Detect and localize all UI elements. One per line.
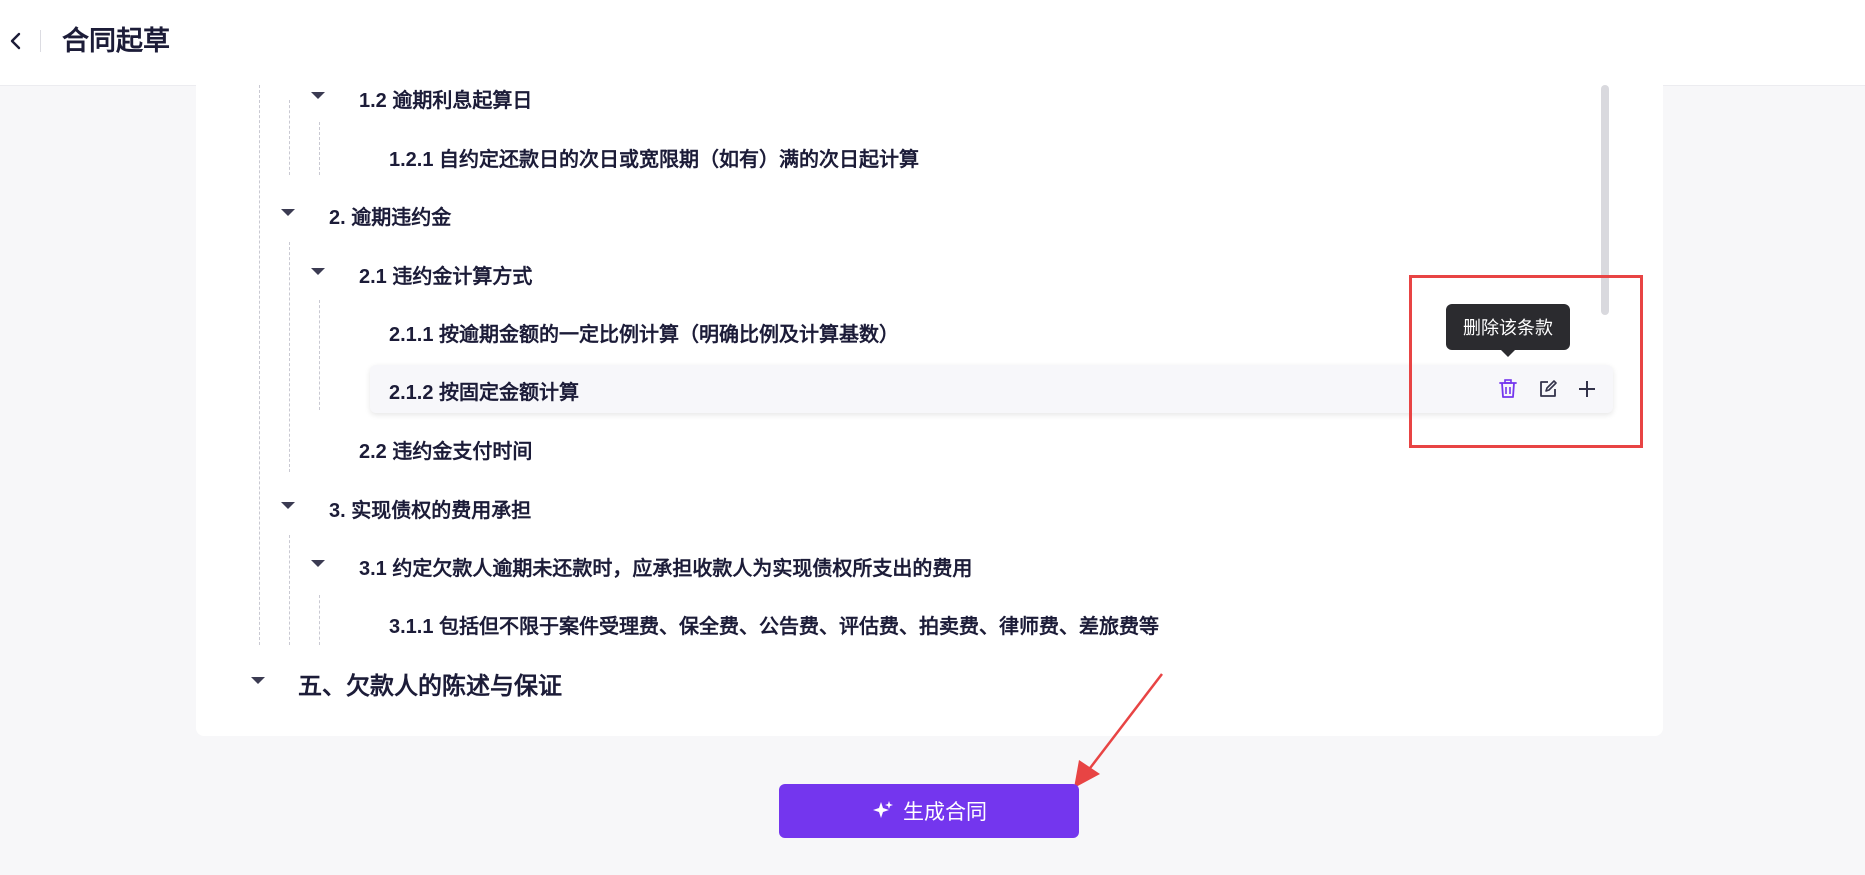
tree-guide-line: [319, 595, 320, 645]
tree-guide-line: [319, 122, 320, 175]
tree-guide-line: [319, 300, 320, 410]
outline-row-label: 2.1.1 按逾期金额的一定比例计算（明确比例及计算基数）: [389, 323, 900, 346]
outline-row[interactable]: 2.1.1 按逾期金额的一定比例计算（明确比例及计算基数）: [389, 312, 899, 352]
collapse-caret-icon[interactable]: [281, 209, 295, 216]
tree-guide-line: [289, 535, 290, 645]
generate-contract-label: 生成合同: [903, 801, 987, 824]
page-title: 合同起草: [62, 26, 170, 56]
annotation-highlight-box: [1409, 275, 1643, 448]
outline-row-label: 1.2.1 自约定还款日的次日或宽限期（如有）满的次日起计算: [389, 148, 920, 171]
outline-row-label: 2.2 违约金支付时间: [359, 440, 533, 463]
collapse-caret-icon[interactable]: [281, 502, 295, 509]
outline-row[interactable]: 1.2 逾期利息起算日: [359, 78, 532, 118]
outline-row[interactable]: 五、欠款人的陈述与保证: [298, 663, 562, 703]
outline-row[interactable]: 2. 逾期违约金: [329, 195, 451, 235]
outline-row-label: 2.1 违约金计算方式: [359, 265, 533, 288]
back-button[interactable]: [4, 26, 30, 56]
collapse-caret-icon[interactable]: [311, 268, 325, 275]
generate-contract-button[interactable]: 生成合同: [779, 784, 1079, 838]
header-divider: [40, 30, 41, 52]
sparkle-icon: [873, 801, 893, 818]
tree-guide-line: [289, 100, 290, 175]
outline-row[interactable]: 2.2 违约金支付时间: [359, 429, 532, 469]
annotation-arrow-icon: [1074, 673, 1163, 788]
outline-row[interactable]: 1.2.1 自约定还款日的次日或宽限期（如有）满的次日起计算: [389, 137, 919, 177]
outline-row-label: 3.1.1 包括但不限于案件受理费、保全费、公告费、评估费、拍卖费、律师费、差旅…: [389, 615, 1160, 638]
outline-row-label: 1.2 逾期利息起算日: [359, 89, 533, 112]
outline-row-label: 3. 实现债权的费用承担: [329, 499, 532, 522]
outline-row[interactable]: 2.1.2 按固定金额计算: [389, 370, 579, 410]
collapse-caret-icon[interactable]: [311, 92, 325, 99]
outline-row-label: 3.1 约定欠款人逾期未还款时，应承担收款人为实现债权所支出的费用: [359, 557, 973, 580]
collapse-caret-icon[interactable]: [251, 677, 265, 684]
outline-row-label: 2. 逾期违约金: [329, 206, 452, 229]
outline-row[interactable]: 3. 实现债权的费用承担: [329, 488, 531, 528]
tree-guide-line: [259, 85, 260, 645]
tree-guide-line: [289, 242, 290, 472]
top-bar: 合同起草: [0, 0, 1865, 86]
outline-row[interactable]: 3.1.1 包括但不限于案件受理费、保全费、公告费、评估费、拍卖费、律师费、差旅…: [389, 604, 1159, 644]
collapse-caret-icon[interactable]: [311, 560, 325, 567]
outline-row-label: 2.1.2 按固定金额计算: [389, 381, 580, 404]
outline-row-label: 五、欠款人的陈述与保证: [298, 672, 562, 700]
outline-row[interactable]: 3.1 约定欠款人逾期未还款时，应承担收款人为实现债权所支出的费用: [359, 546, 972, 586]
chevron-left-icon: [10, 32, 21, 50]
outline-row[interactable]: 2.1 违约金计算方式: [359, 254, 532, 294]
